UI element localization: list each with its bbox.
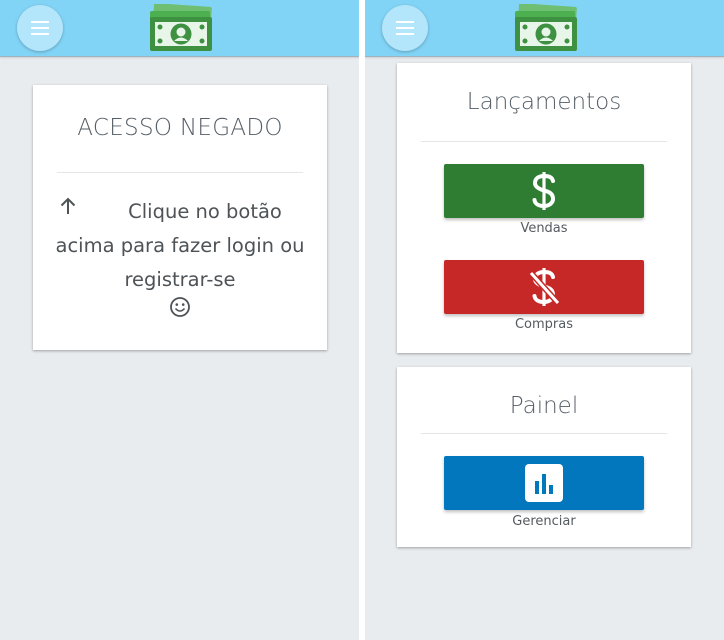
right-screen: Lançamentos Vendas Compras Painel Gerenc… <box>365 0 724 640</box>
panel-card: Painel Gerenciar <box>397 367 691 547</box>
money-bill-logo <box>150 4 212 51</box>
smiley-face-icon <box>170 297 190 317</box>
sales-label: Vendas <box>520 221 568 236</box>
access-denied-card: ACESSO NEGADO Clique no botão acima para… <box>33 85 327 350</box>
bar-chart-icon <box>525 464 563 502</box>
money-bill-logo <box>515 4 577 51</box>
left-screen: ACESSO NEGADO Clique no botão acima para… <box>0 0 359 640</box>
access-denied-message: Clique no botão acima para fazer login o… <box>55 200 305 291</box>
hamburger-menu-icon <box>396 21 414 35</box>
app-bar <box>0 0 359 57</box>
manage-button[interactable] <box>444 456 644 510</box>
purchases-label: Compras <box>514 317 574 332</box>
app-bar <box>365 0 724 57</box>
card-title: Painel <box>509 393 579 419</box>
menu-button[interactable] <box>382 5 428 51</box>
card-divider <box>421 433 667 434</box>
card-title: Lançamentos <box>466 89 622 115</box>
purchases-button[interactable] <box>444 260 644 314</box>
dollar-sign-off-icon <box>528 268 561 306</box>
dollar-sign-icon <box>532 172 556 210</box>
launches-card: Lançamentos Vendas Compras <box>397 63 691 353</box>
card-divider <box>421 141 667 142</box>
hamburger-menu-icon <box>31 21 49 35</box>
manage-label: Gerenciar <box>512 514 576 529</box>
menu-button[interactable] <box>17 5 63 51</box>
card-title: ACESSO NEGADO <box>77 115 283 141</box>
sales-button[interactable] <box>444 164 644 218</box>
card-divider <box>57 172 303 173</box>
